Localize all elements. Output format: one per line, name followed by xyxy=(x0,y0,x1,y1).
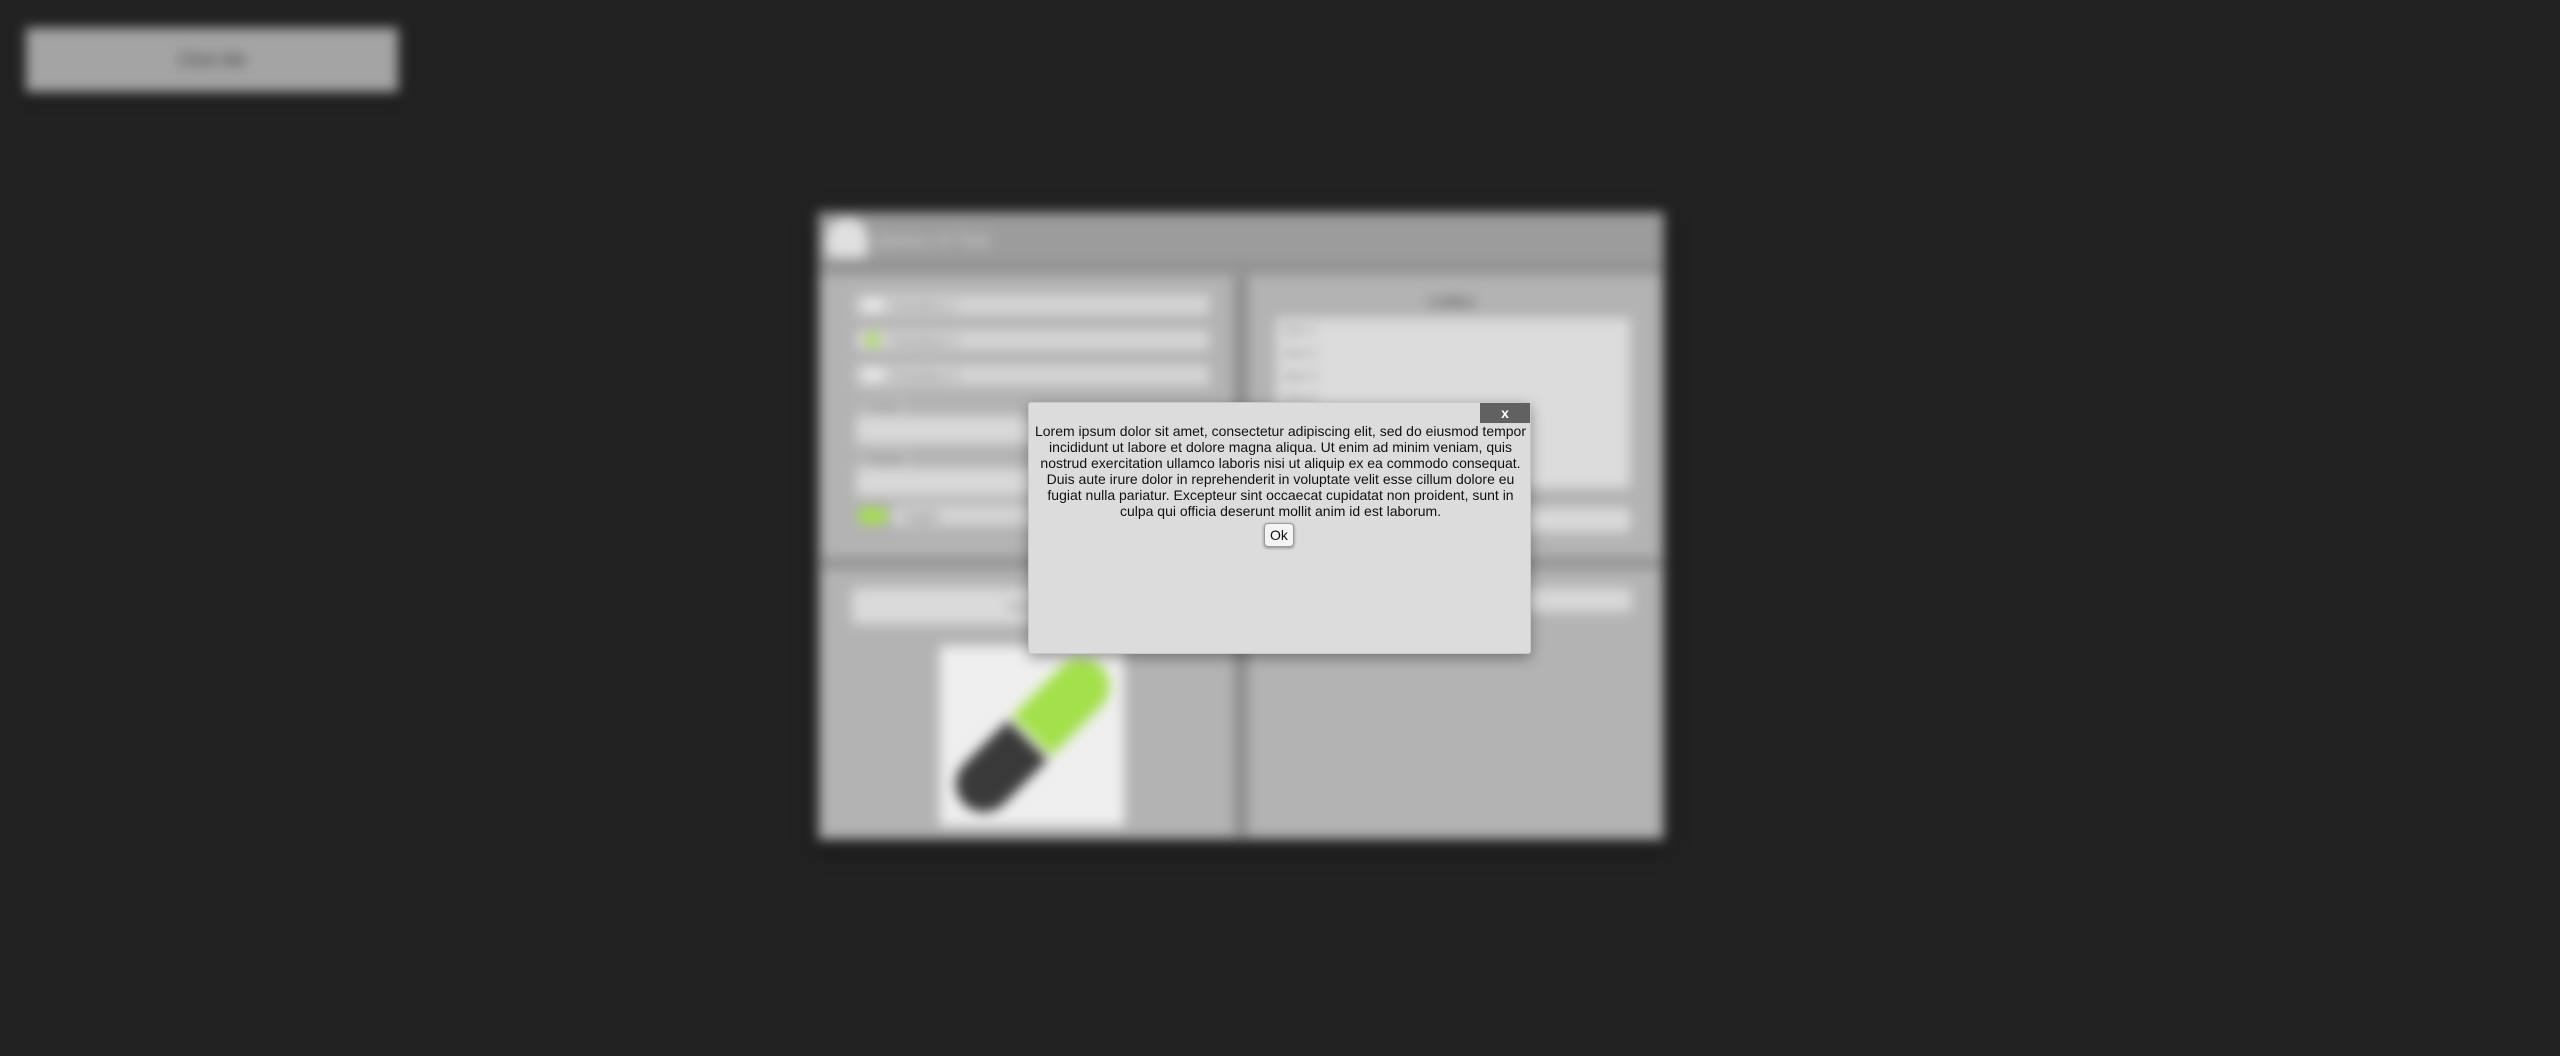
checkbox-icon[interactable] xyxy=(867,299,879,311)
dialog-message: Lorem ipsum dolor sit amet, consectetur … xyxy=(1034,423,1526,519)
capsule-icon xyxy=(955,658,1110,813)
range-label: Range xyxy=(862,450,910,468)
checkbox-checked-icon[interactable] xyxy=(867,334,879,346)
toggle-switch[interactable] xyxy=(858,508,888,524)
capsule-image xyxy=(940,646,1124,826)
window-title-bar: jQuery UI Test xyxy=(818,212,1664,270)
checkbox-label: Checkbox 2 xyxy=(889,332,958,348)
window-title: jQuery UI Test xyxy=(876,230,990,250)
list-item[interactable]: Item 3 xyxy=(1276,364,1630,387)
list-item[interactable]: Item 2 xyxy=(1276,341,1630,364)
email-label: Email xyxy=(862,398,905,416)
lorem-dialog: x Lorem ipsum dolor sit amet, consectetu… xyxy=(1028,402,1531,654)
toggle-label: Toggle xyxy=(901,507,940,523)
checkbox-row-2[interactable]: Checkbox 2 xyxy=(856,329,1210,351)
click-me-button[interactable]: Click Me xyxy=(26,28,398,92)
checkbox-icon[interactable] xyxy=(867,369,879,381)
list-title: ListBox xyxy=(1428,294,1476,309)
checkbox-row-1[interactable]: Checkbox 1 xyxy=(856,294,1210,316)
checkbox-label: Checkbox 3 xyxy=(889,367,958,383)
checkbox-row-3[interactable]: Checkbox 3 xyxy=(856,364,1210,386)
list-item[interactable]: Item 1 xyxy=(1276,318,1630,341)
avatar-icon xyxy=(826,218,868,258)
checkbox-label: Checkbox 1 xyxy=(889,297,958,313)
dialog-close-button[interactable]: x xyxy=(1480,403,1530,423)
dialog-ok-button[interactable]: Ok xyxy=(1264,523,1294,547)
